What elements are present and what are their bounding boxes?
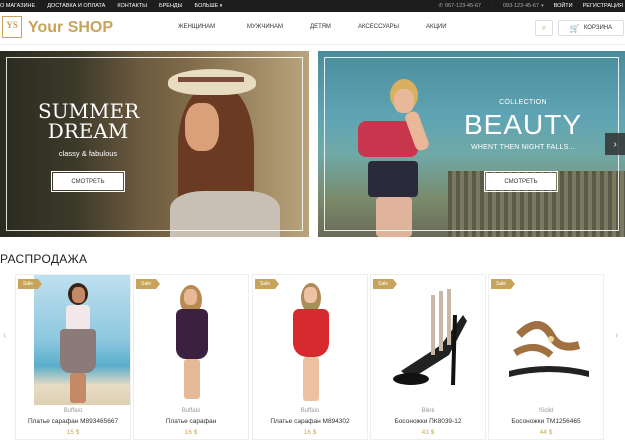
product-image (489, 275, 603, 405)
model-face (184, 289, 197, 305)
product-card[interactable]: Sale Buffalo Платье сарафан 16 $ (133, 274, 249, 440)
model-dress (293, 309, 329, 357)
chevron-down-icon: ▾ (219, 3, 223, 9)
top-bar: О МАГАЗИНЕ ДОСТАВКА И ОПЛАТА КОНТАКТЫ БР… (0, 0, 625, 12)
site-header: YS Your SHOP ЖЕНЩИНАМ МУЖЧИНАМ ДЕТЯМ АКС… (0, 12, 625, 45)
sandal-image (393, 289, 467, 386)
product-price: 15 $ (66, 429, 80, 436)
product-image (371, 275, 485, 405)
phone-1[interactable]: ✆ 067-123-45-67 (438, 3, 481, 9)
model-dress (176, 309, 208, 359)
login-link[interactable]: ВОЙТИ (554, 3, 573, 9)
product-name[interactable]: Платье сарафан (134, 418, 248, 425)
product-card[interactable]: Sale Blink Босоножки ПК8039-12 41 $ (370, 274, 486, 440)
sale-badge: Sale (255, 279, 279, 289)
chevron-left-icon: ‹ (3, 330, 7, 341)
sale-badge: Sale (18, 279, 42, 289)
product-image (16, 275, 130, 405)
chevron-down-icon: ▾ (541, 3, 544, 9)
nav-women[interactable]: ЖЕНЩИНАМ (178, 24, 215, 30)
phone-icon: ✆ (438, 3, 444, 9)
view-button[interactable]: СМОТРЕТЬ (51, 171, 125, 192)
product-name[interactable]: Платье сарафан M894302 (253, 418, 367, 425)
product-price: 41 $ (421, 429, 435, 436)
product-image (253, 275, 367, 405)
chevron-right-icon: › (615, 330, 619, 341)
model-face (72, 287, 85, 303)
divider: · (491, 3, 493, 9)
model-dress-top (66, 305, 90, 331)
carousel-prev-button[interactable]: ‹ (3, 330, 6, 341)
top-links: О МАГАЗИНЕ ДОСТАВКА И ОПЛАТА КОНТАКТЫ БР… (0, 3, 222, 9)
banner-subtitle: classy & fabulous (58, 149, 118, 158)
logo-mark[interactable]: YS (2, 16, 22, 38)
product-brand: Blink (421, 408, 435, 414)
product-name[interactable]: Платье сарафан M893465667 (16, 418, 130, 425)
banner-pretitle: COLLECTION (499, 99, 547, 106)
cart-icon: 🛒 (569, 23, 580, 33)
search-icon: ⌕ (541, 23, 547, 32)
product-card[interactable]: Sale Buffalo Платье сарафан M894302 16 $ (252, 274, 368, 440)
link-more-label: БОЛЬШЕ (194, 3, 219, 9)
view-button[interactable]: СМОТРЕТЬ (484, 171, 558, 192)
product-brand: Buffalo (63, 408, 83, 414)
banner-summer[interactable]: SUMMER DREAM classy & fabulous СМОТРЕТЬ (0, 51, 309, 237)
product-name[interactable]: Босоножки TM1256465 (489, 418, 603, 425)
nav-accessories[interactable]: АКСЕССУАРЫ (358, 24, 399, 30)
product-name[interactable]: Босоножки ПК8039-12 (371, 418, 485, 425)
phone-2-text: 093-123-45-67 (502, 3, 540, 9)
link-more[interactable]: БОЛЬШЕ ▾ (195, 3, 223, 9)
phone-2[interactable]: 093-123-45-67 ▾ (503, 3, 544, 9)
logo-text-label: Your SHOP (28, 19, 114, 36)
model-face (304, 287, 317, 303)
sale-badge: Sale (373, 279, 397, 289)
product-price: 16 $ (303, 429, 317, 436)
sandal-image (509, 321, 589, 377)
register-link[interactable]: РЕГИСТРАЦИЯ (583, 3, 623, 9)
search-button[interactable]: ⌕ (535, 20, 553, 36)
product-price: 16 $ (184, 429, 198, 436)
phone-1-text: 067-123-45-67 (445, 3, 482, 9)
banner-title: SUMMER DREAM (38, 99, 140, 143)
product-image (134, 275, 248, 405)
nav-kids[interactable]: ДЕТЯМ (310, 24, 331, 30)
sale-badge: Sale (491, 279, 515, 289)
link-brands[interactable]: БРЕНДЫ (159, 3, 183, 9)
link-contacts[interactable]: КОНТАКТЫ (117, 3, 147, 9)
product-brand: Buffalo (300, 408, 320, 414)
product-card[interactable]: Sale Buffalo Платье сарафан M893465667 1… (15, 274, 131, 440)
product-brand: Buffalo (181, 408, 201, 414)
product-brand: !Solid (538, 408, 554, 414)
link-delivery[interactable]: ДОСТАВКА И ОПЛАТА (47, 3, 105, 9)
nav-sales[interactable]: АКЦИИ (426, 24, 447, 30)
banner-frame (6, 57, 303, 231)
carousel-next-button[interactable]: › (615, 330, 618, 341)
model-legs (184, 359, 200, 399)
banner-title: BEAUTY (463, 109, 583, 140)
banner-beauty[interactable]: COLLECTION BEAUTY WHENT THEN NIGHT FALLS… (318, 51, 625, 237)
section-title: РАСПРОДАЖА (0, 252, 88, 266)
logo-text[interactable]: Your SHOP (28, 19, 113, 37)
model-legs (70, 373, 86, 403)
nav-men[interactable]: МУЖЧИНАМ (247, 24, 283, 30)
cart-label: КОРЗИНА (583, 25, 613, 31)
top-right: ✆ 067-123-45-67 · 093-123-45-67 ▾ ВОЙТИ РЕ… (438, 3, 625, 9)
slider-next-button[interactable]: › (605, 133, 625, 155)
model-legs (303, 357, 319, 401)
link-about[interactable]: О МАГАЗИНЕ (0, 3, 35, 9)
cart-button[interactable]: 🛒 КОРЗИНА (558, 20, 624, 36)
chevron-right-icon: › (613, 138, 617, 150)
sale-badge: Sale (136, 279, 160, 289)
model-dress-skirt (60, 329, 96, 373)
banner-subtitle: WHENT THEN NIGHT FALLS... (471, 144, 575, 151)
product-price: 44 $ (539, 429, 553, 436)
product-card[interactable]: Sale !Solid Босоножки TM1256465 44 $ (488, 274, 604, 440)
